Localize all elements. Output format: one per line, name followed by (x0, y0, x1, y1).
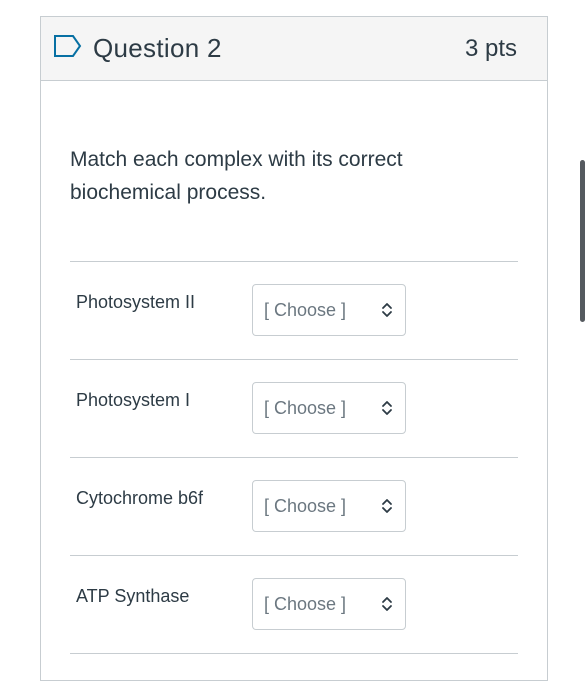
match-select-dropdown[interactable]: [ Choose ] (252, 382, 406, 434)
match-label: ATP Synthase (76, 586, 190, 606)
select-arrows-icon (382, 401, 392, 415)
flag-icon[interactable] (53, 34, 83, 58)
question-body: Match each complex with its correct bioc… (41, 143, 547, 654)
match-row: Cytochrome b6f [ Choose ] (70, 457, 518, 555)
match-row: Photosystem I [ Choose ] (70, 359, 518, 457)
question-header-left: Question 2 (53, 33, 222, 64)
match-select-dropdown[interactable]: [ Choose ] (252, 480, 406, 532)
question-title: Question 2 (93, 33, 222, 63)
question-points: 3 pts (464, 34, 517, 62)
select-arrows-icon (382, 597, 392, 611)
question-prompt: Match each complex with its correct bioc… (70, 148, 403, 204)
select-value: [ Choose ] (264, 495, 347, 516)
question-header: Question 2 3 pts (41, 17, 547, 81)
select-arrows-icon (382, 499, 392, 513)
match-list: Photosystem II [ Choose ] Photosystem I … (70, 261, 518, 654)
match-label: Photosystem I (76, 390, 191, 410)
select-value: [ Choose ] (264, 593, 347, 614)
match-select-dropdown[interactable]: [ Choose ] (252, 284, 406, 336)
select-arrows-icon (382, 303, 392, 317)
match-row: Photosystem II [ Choose ] (70, 261, 518, 359)
select-value: [ Choose ] (264, 299, 347, 320)
scrollbar-thumb[interactable] (580, 160, 585, 322)
select-value: [ Choose ] (264, 397, 347, 418)
match-select-dropdown[interactable]: [ Choose ] (252, 578, 406, 630)
match-label: Photosystem II (76, 292, 196, 312)
match-row: ATP Synthase [ Choose ] (70, 555, 518, 654)
question-card: Question 2 3 pts Match each complex with… (40, 16, 548, 681)
match-label: Cytochrome b6f (76, 488, 204, 508)
